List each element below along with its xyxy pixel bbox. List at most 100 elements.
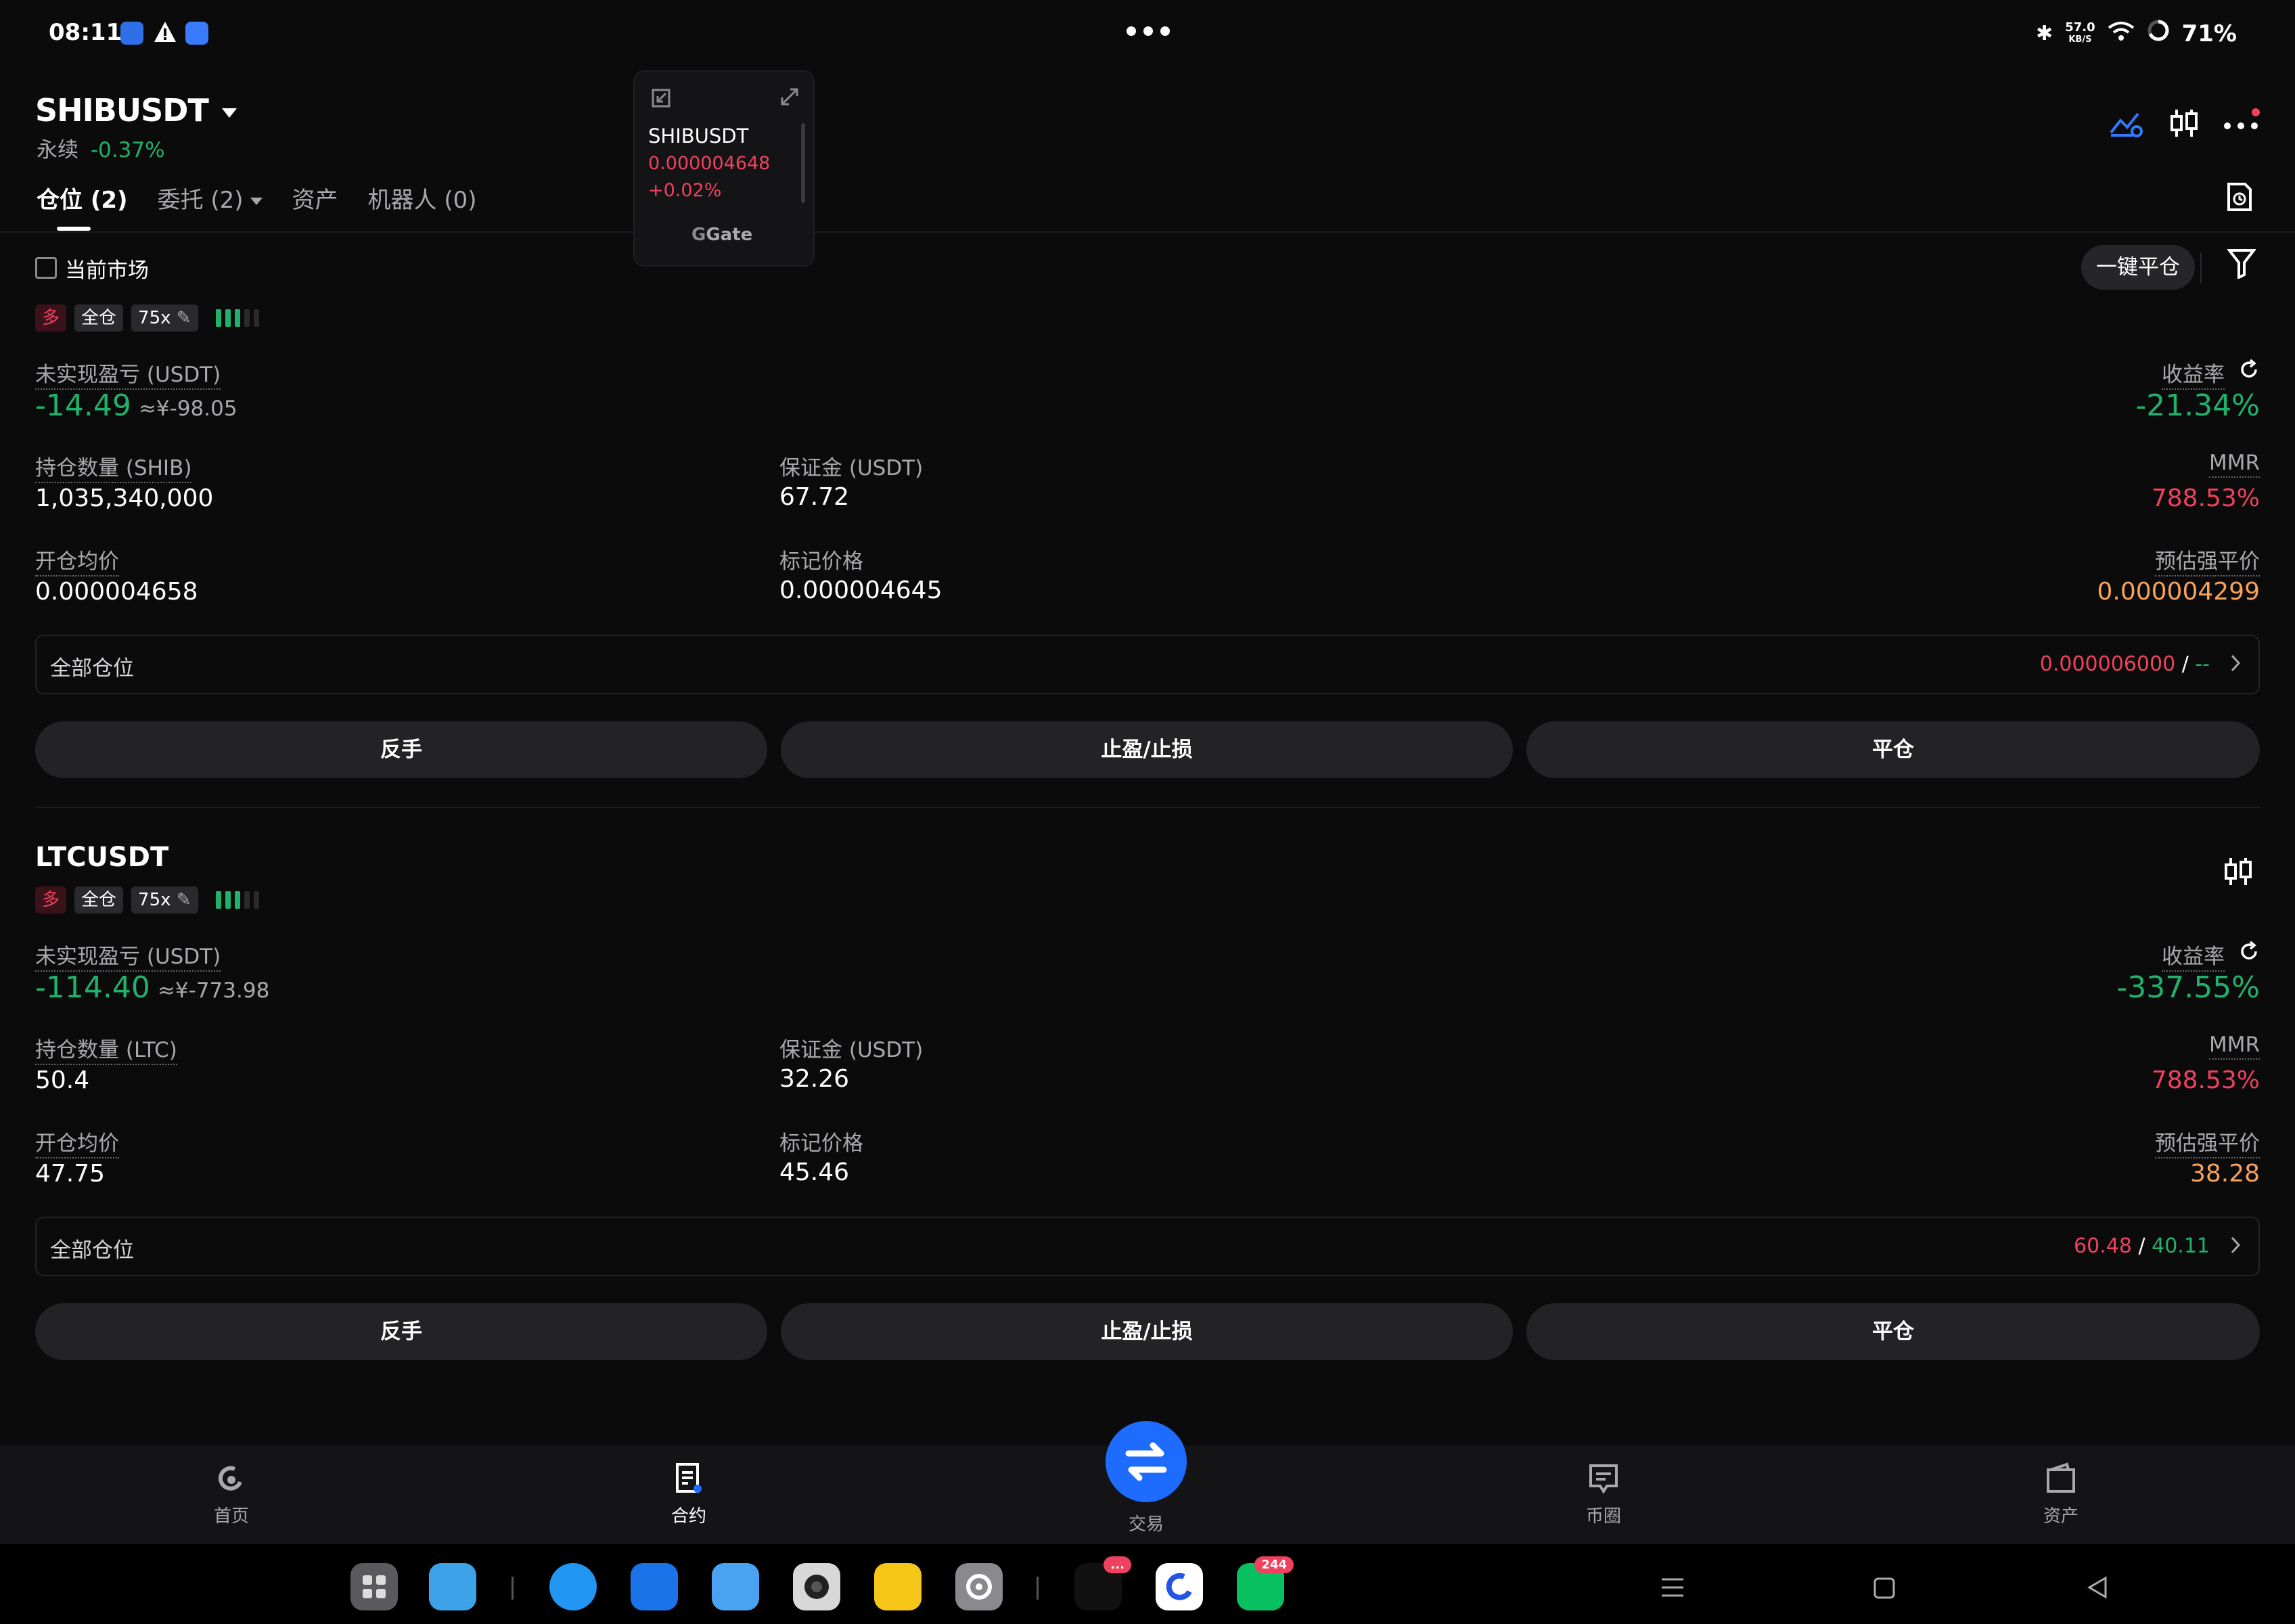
gate-logo: GGate — [691, 225, 753, 245]
entry-price-label[interactable]: 开仓均价 — [35, 544, 119, 577]
roe-label[interactable]: 收益率 — [2162, 357, 2225, 390]
liq-price-label[interactable]: 预估强平价 — [2155, 1126, 2260, 1158]
trade-button[interactable] — [1106, 1421, 1187, 1502]
settings-icon[interactable] — [955, 1563, 1003, 1610]
home-button-icon[interactable] — [1873, 1577, 1896, 1602]
minimize-icon[interactable] — [651, 88, 671, 111]
leverage-tag[interactable]: 75x ✎ — [131, 886, 198, 914]
mmr-value: 788.53% — [2151, 484, 2260, 512]
all-position-tpsl-row[interactable]: 全部仓位 60.48 / 40.11 — [35, 1217, 2260, 1276]
side-tag: 多 — [35, 304, 67, 332]
pnl-label[interactable]: 未实现盈亏 (USDT) — [35, 357, 221, 390]
files-icon[interactable] — [631, 1563, 678, 1610]
tab-positions[interactable]: 仓位 (2) — [37, 181, 128, 231]
leverage-tag[interactable]: 75x ✎ — [131, 304, 198, 332]
qty-value: 1,035,340,000 — [35, 484, 214, 512]
refresh-icon[interactable] — [2238, 941, 2260, 965]
tpsl-values: 0.000006000 / -- — [2039, 652, 2210, 676]
candlestick-icon[interactable] — [2223, 855, 2253, 890]
battery-icon — [2147, 19, 2170, 48]
tab-orders[interactable]: 委托 (2) — [158, 181, 263, 215]
margin-mode-tag[interactable]: 全仓 — [74, 886, 124, 914]
margin-value: 32.26 — [779, 1065, 850, 1093]
warning-icon — [153, 20, 177, 46]
mmr-label[interactable]: MMR — [2208, 451, 2260, 478]
side-tag: 多 — [35, 886, 67, 914]
widget-scrollbar[interactable] — [801, 123, 805, 203]
current-market-checkbox[interactable] — [35, 257, 57, 279]
tab-bots[interactable]: 机器人 (0) — [368, 181, 477, 215]
close-all-button[interactable]: 一键平仓 — [2081, 245, 2195, 290]
file-manager-icon[interactable] — [429, 1563, 476, 1610]
filter-icon[interactable] — [2226, 248, 2257, 281]
contract-type: 永续 — [37, 138, 78, 162]
expand-icon[interactable] — [779, 87, 800, 110]
gallery-icon[interactable] — [712, 1563, 759, 1610]
back-icon[interactable] — [2085, 1575, 2108, 1602]
tiktok-icon[interactable]: ... — [1074, 1556, 1131, 1610]
notes-icon[interactable] — [874, 1563, 922, 1610]
roe-value: -21.34% — [2135, 388, 2260, 423]
notification-badge: 244 — [1254, 1556, 1294, 1573]
position-divider — [35, 807, 2260, 808]
entry-price-label[interactable]: 开仓均价 — [35, 1126, 119, 1158]
qty-label[interactable]: 持仓数量 (LTC) — [35, 1033, 177, 1065]
all-position-tpsl-row[interactable]: 全部仓位 0.000006000 / -- — [35, 635, 2260, 694]
pnl-chart-icon[interactable] — [2108, 108, 2143, 141]
close-position-button[interactable]: 平仓 — [1526, 721, 2260, 778]
tpsl-button[interactable]: 止盈/止损 — [781, 721, 1513, 778]
roe-label[interactable]: 收益率 — [2162, 939, 2225, 972]
separator — [2200, 253, 2202, 283]
header-divider — [0, 231, 2295, 233]
history-icon[interactable] — [2226, 181, 2253, 215]
unrealized-pnl: -114.40 ≈¥-773.98 — [35, 970, 270, 1005]
recents-icon[interactable] — [1659, 1575, 1686, 1602]
edit-icon: ✎ — [176, 890, 191, 910]
chevron-down-icon — [221, 108, 237, 118]
margin-label: 保证金 (USDT) — [779, 456, 924, 480]
camera-icon[interactable] — [793, 1563, 840, 1610]
pnl-label[interactable]: 未实现盈亏 (USDT) — [35, 939, 221, 972]
reverse-button[interactable]: 反手 — [35, 1303, 767, 1360]
nav-trade-label[interactable]: 交易 — [1106, 1510, 1187, 1535]
nav-feed[interactable]: 币圈 — [1563, 1462, 1644, 1527]
reverse-button[interactable]: 反手 — [35, 721, 767, 778]
browser-icon[interactable] — [549, 1563, 597, 1610]
entry-price-value: 0.000004658 — [35, 578, 198, 606]
qty-value: 50.4 — [35, 1066, 90, 1094]
mmr-label[interactable]: MMR — [2208, 1033, 2260, 1060]
unrealized-pnl: -14.49 ≈¥-98.05 — [35, 388, 237, 423]
symbol-selector[interactable]: SHIBUSDT — [35, 92, 237, 129]
tpsl-button[interactable]: 止盈/止损 — [781, 1303, 1513, 1360]
more-options-icon[interactable] — [2222, 108, 2260, 141]
chevron-right-icon — [2229, 652, 2242, 677]
candlestick-icon[interactable] — [2169, 107, 2199, 142]
more-dots-icon[interactable] — [1124, 24, 1172, 41]
entry-price-value: 47.75 — [35, 1160, 106, 1188]
widget-price: 0.000004648 — [648, 153, 771, 174]
app-drawer-icon[interactable] — [350, 1563, 398, 1610]
all-position-label: 全部仓位 — [50, 1238, 134, 1263]
floating-price-widget[interactable]: SHIBUSDT 0.000004648 +0.02% GGate — [633, 70, 815, 267]
liq-price-label[interactable]: 预估强平价 — [2155, 544, 2260, 577]
price-change: -0.37% — [90, 138, 165, 162]
mark-price-value: 0.000004645 — [779, 577, 942, 604]
app-notification-icon — [185, 22, 208, 45]
qty-label[interactable]: 持仓数量 (SHIB) — [35, 451, 192, 483]
nav-futures[interactable]: 合约 — [648, 1462, 729, 1527]
position-symbol[interactable]: LTCUSDT — [35, 842, 168, 873]
margin-mode-tag[interactable]: 全仓 — [74, 304, 124, 332]
wechat-icon[interactable]: 244 — [1237, 1556, 1294, 1610]
wifi-icon — [2108, 20, 2135, 47]
nav-assets[interactable]: 资产 — [2020, 1462, 2101, 1527]
bluetooth-icon: ✱ — [2036, 22, 2053, 45]
refresh-icon[interactable] — [2238, 359, 2260, 383]
gate-app-icon[interactable] — [1156, 1563, 1203, 1610]
nav-home[interactable]: 首页 — [191, 1462, 272, 1527]
close-position-button[interactable]: 平仓 — [1526, 1303, 2260, 1360]
widget-symbol: SHIBUSDT — [648, 125, 749, 148]
position-tags: 多 全仓 75x ✎ — [35, 886, 259, 914]
mark-price-value: 45.46 — [779, 1158, 850, 1186]
tab-assets[interactable]: 资产 — [292, 181, 338, 215]
adl-indicator — [215, 891, 259, 909]
